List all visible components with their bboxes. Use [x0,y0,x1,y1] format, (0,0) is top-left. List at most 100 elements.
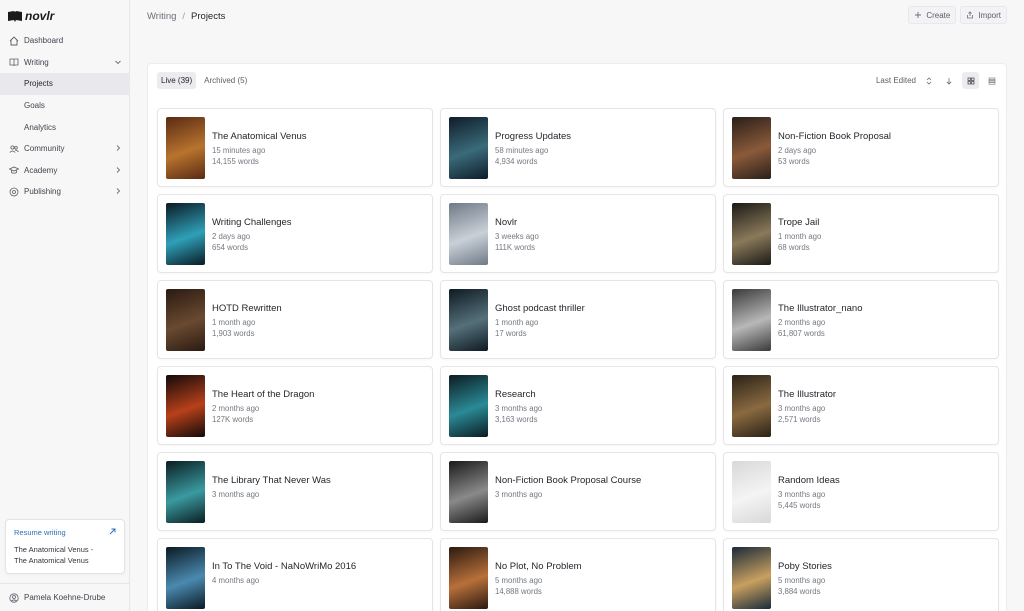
project-card[interactable]: Research 3 months ago 3,163 words [440,366,716,445]
create-button[interactable]: Create [908,6,957,24]
resume-writing-card[interactable]: Resume writing The Anatomical Venus - Th… [5,519,125,574]
project-info: Ghost podcast thriller 1 month ago 17 word… [495,303,709,339]
breadcrumb: Writing / Projects [147,9,225,23]
sort-direction-icon[interactable] [942,72,956,89]
project-last-edited: 3 months ago [495,404,543,413]
project-word-count: 14,155 words [212,157,259,166]
graduation-cap-icon [9,165,19,175]
project-cover-image [732,203,771,265]
project-cover-image [732,289,771,351]
project-info: The Anatomical Venus 15 minutes ago 14,155… [212,131,426,167]
project-title: Ghost podcast thriller [495,303,585,314]
project-title: Writing Challenges [212,217,292,228]
project-card[interactable]: Non-Fiction Book Proposal Course 3 months… [440,452,716,531]
project-info: The Library That Never Was 3 months ago [212,475,426,500]
project-word-count: 3,163 words [495,415,538,424]
project-last-edited: 3 months ago [778,404,826,413]
project-word-count: 3,884 words [778,587,821,596]
project-info: Progress Updates 58 minutes ago 4,934 word… [495,131,709,167]
project-title: Trope Jail [778,217,820,228]
project-info: Research 3 months ago 3,163 words [495,389,709,425]
globe-icon [9,187,19,197]
projects-panel: Live (39) Archived (5) Last Edited The A… [147,63,1007,611]
project-card[interactable]: No Plot, No Problem 5 months ago 14,888 wo… [440,538,716,611]
resume-title: Resume writing [14,528,66,537]
project-card[interactable]: Random Ideas 3 months ago 5,445 words [723,452,999,531]
project-card[interactable]: In To The Void - NaNoWriMo 2016 4 months … [157,538,433,611]
project-last-edited: 15 minutes ago [212,146,266,155]
project-card[interactable]: Novlr 3 weeks ago 111K words [440,194,716,273]
sidebar-item-label: Writing [24,57,49,67]
project-title: The Library That Never Was [212,475,331,486]
project-last-edited: 3 months ago [495,490,543,499]
project-card[interactable]: Progress Updates 58 minutes ago 4,934 word… [440,108,716,187]
project-card[interactable]: HOTD Rewritten 1 month ago 1,903 words [157,280,433,359]
sidebar-item-analytics[interactable]: Analytics [0,116,130,138]
project-card[interactable]: Writing Challenges 2 days ago 654 words [157,194,433,273]
project-word-count: 111K words [495,243,536,252]
project-cover-image [449,289,488,351]
sidebar-item-academy[interactable]: Academy [0,160,130,182]
resume-chapter-line: The Anatomical Venus [14,556,89,565]
project-last-edited: 3 months ago [778,490,826,499]
project-cover-image [166,117,205,179]
project-card[interactable]: The Illustrator_nano 2 months ago 61,807 w… [723,280,999,359]
import-button[interactable]: Import [960,6,1007,24]
project-card[interactable]: The Library That Never Was 3 months ago [157,452,433,531]
sort-updown-icon[interactable] [922,72,936,89]
sidebar-item-projects[interactable]: Projects [0,73,130,95]
project-word-count: 53 words [778,157,810,166]
project-title: HOTD Rewritten [212,303,282,314]
breadcrumb-writing[interactable]: Writing [147,11,176,22]
project-cover-image [166,289,205,351]
project-tabs: Live (39) Archived (5) [157,72,251,89]
sidebar-item-label: Academy [24,165,58,175]
upload-icon [967,11,974,19]
project-card[interactable]: Non-Fiction Book Proposal 2 days ago 53 wo… [723,108,999,187]
project-card[interactable]: The Illustrator 3 months ago 2,571 words [723,366,999,445]
project-info: The Heart of the Dragon 2 months ago 127K … [212,389,426,425]
list-view-icon[interactable] [985,72,999,89]
project-card[interactable]: Trope Jail 1 month ago 68 words [723,194,999,273]
sidebar-item-publishing[interactable]: Publishing [0,181,130,203]
project-cover-image [449,117,488,179]
project-info: Non-Fiction Book Proposal Course 3 months… [495,475,709,500]
user-profile[interactable]: Pamela Koehne-Drube [0,583,130,611]
sort-select[interactable]: Last Edited [876,76,916,85]
sidebar-item-community[interactable]: Community [0,138,130,160]
project-last-edited: 58 minutes ago [495,146,549,155]
sidebar-item-dashboard[interactable]: Dashboard [0,30,130,52]
project-card[interactable]: The Anatomical Venus 15 minutes ago 14,155… [157,108,433,187]
user-name: Pamela Koehne-Drube [24,593,106,602]
project-cover-image [732,461,771,523]
tab-live[interactable]: Live (39) [157,72,197,89]
project-info: No Plot, No Problem 5 months ago 14,888 wo… [495,561,709,597]
project-cover-image [166,461,205,523]
project-card[interactable]: Ghost podcast thriller 1 month ago 17 word… [440,280,716,359]
projects-grid: The Anatomical Venus 15 minutes ago 14,155… [157,108,999,611]
sidebar-item-label: Publishing [24,187,61,197]
view-controls: Last Edited [876,72,999,89]
sidebar-item-goals[interactable]: Goals [0,95,130,117]
project-card[interactable]: The Heart of the Dragon 2 months ago 127K … [157,366,433,445]
project-title: Non-Fiction Book Proposal Course [495,475,642,486]
chevron-down-icon [115,60,121,64]
project-cover-image [732,375,771,437]
breadcrumb-current: Projects [191,10,226,22]
project-word-count: 1,903 words [212,329,255,338]
project-last-edited: 1 month ago [778,232,822,241]
project-info: Novlr 3 weeks ago 111K words [495,217,709,253]
project-card[interactable]: Poby Stories 5 months ago 3,884 words [723,538,999,611]
home-icon [9,36,19,46]
user-circle-icon [9,592,19,603]
project-info: Writing Challenges 2 days ago 654 words [212,217,426,253]
sidebar-item-writing[interactable]: Writing [0,52,130,74]
novlr-logo[interactable]: novlr [8,9,54,23]
sidebar: novlr Dashboard Writing Projects Goals A… [0,0,130,611]
project-word-count: 14,888 words [495,587,542,596]
project-last-edited: 5 months ago [778,576,826,585]
tab-archived[interactable]: Archived (5) [200,72,251,89]
grid-view-icon[interactable] [962,72,979,89]
project-last-edited: 2 days ago [212,232,251,241]
project-cover-image [732,547,771,609]
